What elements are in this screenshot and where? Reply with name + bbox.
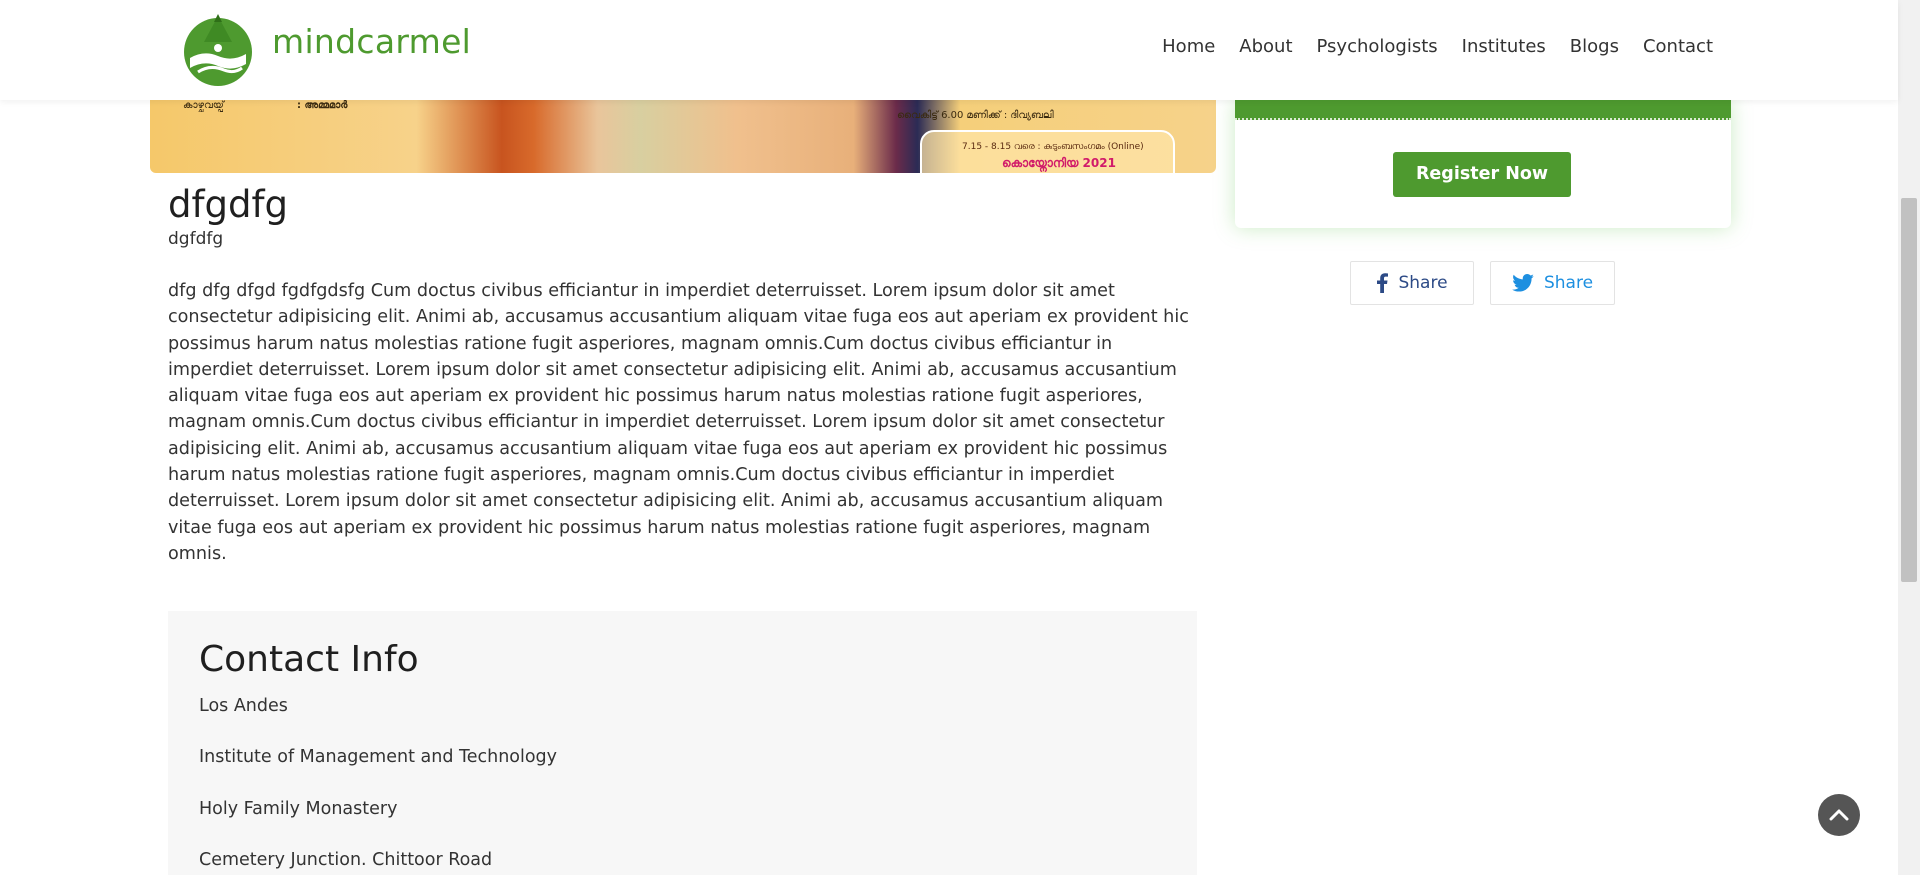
scroll-to-top-button[interactable] [1818, 794, 1860, 836]
post-subtitle: dgfdfg [168, 229, 224, 249]
facebook-icon [1377, 273, 1389, 293]
banner-badge-line2: കൊയ്നോനിയ 2021 [1002, 156, 1116, 170]
share-twitter-label: Share [1543, 273, 1594, 293]
event-banner-image: കാഴ്ചവയ്പ് : അമ്മമാർ വൈകിട്ട് 6.00 മണിക്… [150, 100, 1216, 173]
register-card: Register Now [1235, 100, 1731, 228]
card-header-band [1235, 100, 1731, 120]
contact-line: Cemetery Junction. Chittoor Road [199, 850, 493, 870]
share-facebook-label: Share [1398, 273, 1448, 293]
nav-blogs[interactable]: Blogs [1570, 36, 1619, 57]
banner-right-line: വൈകിട്ട് 6.00 മണിക്ക് : ദിവ്യബലി [897, 110, 1054, 121]
main-nav: Home About Psychologists Institutes Blog… [1138, 36, 1713, 57]
scrollbar-thumb[interactable] [1901, 198, 1917, 582]
page-scrollbar[interactable] [1898, 0, 1920, 875]
register-now-button[interactable]: Register Now [1393, 152, 1571, 197]
site-header: mindcarmel Home About Psychologists Inst… [0, 0, 1898, 100]
brand-name[interactable]: mindcarmel [272, 22, 471, 61]
banner-badge-line1: 7.15 - 8.15 വരെ : കുടുംബസംഗമം (Online) [962, 142, 1144, 152]
chevron-up-icon [1829, 809, 1849, 821]
nav-institutes[interactable]: Institutes [1462, 36, 1546, 57]
nav-home[interactable]: Home [1162, 36, 1215, 57]
contact-line: Holy Family Monastery [199, 799, 398, 819]
contact-line: Los Andes [199, 696, 288, 716]
nav-about[interactable]: About [1239, 36, 1292, 57]
nav-psychologists[interactable]: Psychologists [1317, 36, 1438, 57]
banner-left-label: കാഴ്ചവയ്പ് [183, 100, 224, 111]
contact-info-title: Contact Info [199, 639, 419, 680]
logo-icon[interactable] [180, 12, 256, 88]
banner-left-value: : അമ്മമാർ [297, 100, 348, 111]
contact-info-box: Contact Info Los Andes Institute of Mana… [168, 611, 1197, 875]
banner-badge: 7.15 - 8.15 വരെ : കുടുംബസംഗമം (Online) ക… [920, 130, 1175, 173]
nav-contact[interactable]: Contact [1643, 36, 1713, 57]
twitter-icon [1512, 274, 1534, 292]
post-title: dfgdfg [168, 183, 288, 226]
share-twitter-button[interactable]: Share [1490, 261, 1615, 305]
contact-line: Institute of Management and Technology [199, 747, 558, 767]
post-body: dfg dfg dfgd fgdfgdsfg Cum doctus civibu… [168, 281, 1189, 564]
share-facebook-button[interactable]: Share [1350, 261, 1474, 305]
